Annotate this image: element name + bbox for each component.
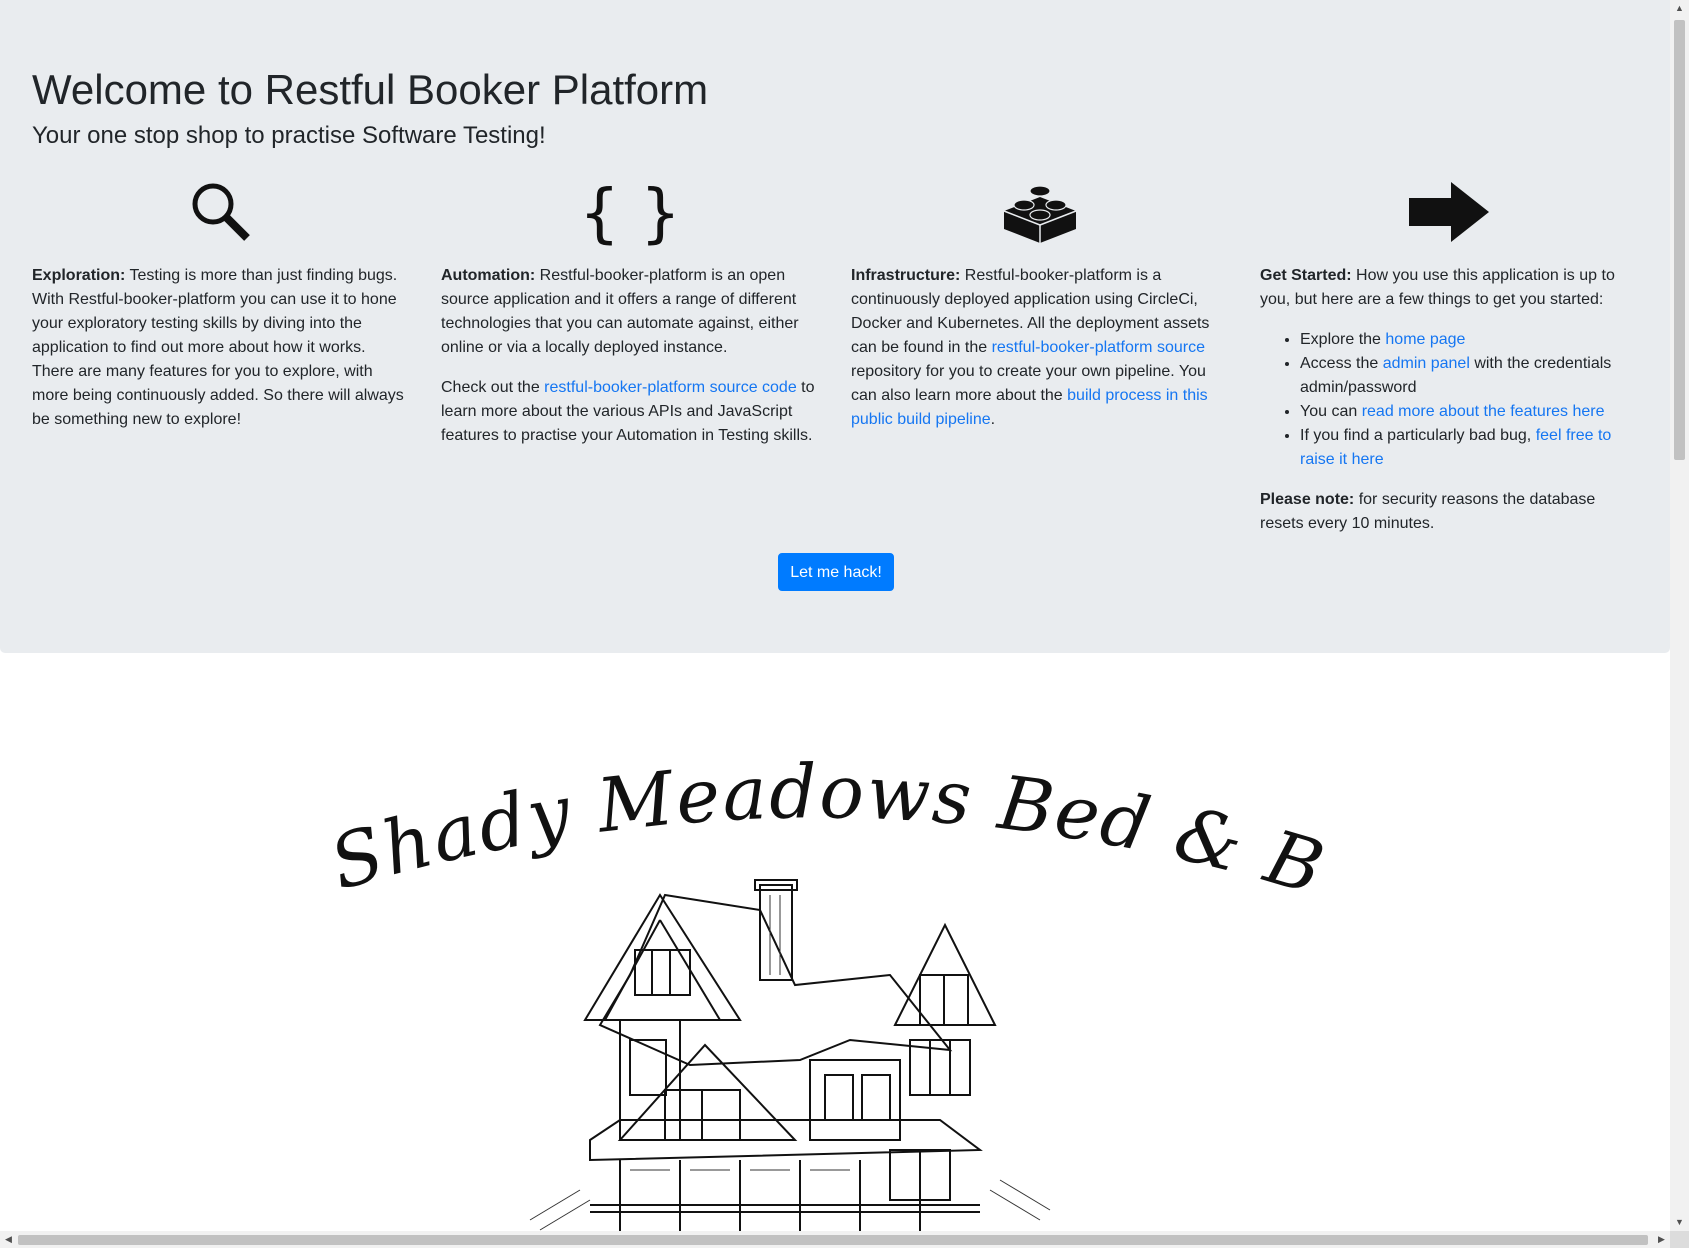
page-subtitle: Your one stop shop to practise Software …	[32, 122, 546, 149]
curly-braces-icon: {{ }}	[441, 170, 819, 254]
magnifying-glass-icon	[32, 170, 410, 254]
vertical-scrollbar[interactable]: ▲ ▼	[1670, 0, 1689, 1231]
logo-text: Shady Meadows Bed & Breakfast	[330, 720, 1335, 912]
page-viewport: Welcome to Restful Booker Platform Your …	[0, 0, 1670, 1231]
scrollbar-corner	[1670, 1231, 1689, 1248]
exploration-heading: Exploration:	[32, 267, 126, 284]
automation-heading: Automation:	[441, 267, 536, 284]
scroll-left-arrow-icon[interactable]: ◀	[0, 1231, 17, 1248]
infrastructure-column: Infrastructure: Restful-booker-platform …	[851, 170, 1229, 448]
get-started-list: Explore the home page Access the admin p…	[1260, 328, 1638, 472]
list-item-text: Explore the	[1300, 331, 1386, 348]
admin-panel-link[interactable]: admin panel	[1383, 355, 1470, 372]
get-started-text: Get Started: How you use this applicatio…	[1260, 264, 1638, 312]
list-item: Access the admin panel with the credenti…	[1300, 352, 1638, 400]
note-heading: Please note:	[1260, 491, 1355, 508]
list-item-text: If you find a particularly bad bug,	[1300, 427, 1536, 444]
automation-text: Automation: Restful-booker-platform is a…	[441, 264, 819, 360]
infrastructure-text: Infrastructure: Restful-booker-platform …	[851, 264, 1229, 432]
features-link[interactable]: read more about the features here	[1362, 403, 1605, 420]
svg-text:{{ }}: {{ }}	[582, 177, 678, 247]
arrow-right-icon	[1260, 170, 1638, 254]
exploration-body: Testing is more than just finding bugs. …	[32, 267, 404, 428]
list-item-text: You can	[1300, 403, 1362, 420]
security-note: Please note: for security reasons the da…	[1260, 488, 1638, 536]
vertical-scrollbar-thumb[interactable]	[1674, 20, 1685, 460]
list-item: If you find a particularly bad bug, feel…	[1300, 424, 1638, 472]
welcome-banner: Welcome to Restful Booker Platform Your …	[0, 0, 1670, 653]
infrastructure-body-3: .	[990, 411, 996, 428]
infrastructure-heading: Infrastructure:	[851, 267, 961, 284]
lego-brick-icon	[851, 170, 1229, 254]
automation-source-text: Check out the restful-booker-platform so…	[441, 376, 819, 448]
list-item: Explore the home page	[1300, 328, 1638, 352]
exploration-text: Exploration: Testing is more than just f…	[32, 264, 410, 432]
home-page-link[interactable]: home page	[1385, 331, 1465, 348]
source-text-prefix: Check out the	[441, 379, 545, 396]
scroll-up-arrow-icon[interactable]: ▲	[1670, 0, 1689, 17]
list-item-text: Access the	[1300, 355, 1383, 372]
hotel-logo: Shady Meadows Bed & Breakfast	[307, 652, 1350, 1231]
house-sketch-illustration: Shady Meadows Bed & Breakfast	[307, 652, 1335, 1231]
automation-column: {{ }} Automation: Restful-booker-platfor…	[441, 170, 819, 464]
get-started-column: Get Started: How you use this applicatio…	[1260, 170, 1638, 552]
scroll-right-arrow-icon[interactable]: ▶	[1653, 1231, 1670, 1248]
source-code-link[interactable]: restful-booker-platform source code	[544, 379, 797, 396]
list-item: You can read more about the features her…	[1300, 400, 1638, 424]
horizontal-scrollbar-thumb[interactable]	[18, 1235, 1648, 1245]
page-title: Welcome to Restful Booker Platform	[32, 66, 709, 113]
logo-text-path: Shady Meadows Bed & Breakfast	[307, 652, 1333, 912]
exploration-column: Exploration: Testing is more than just f…	[32, 170, 410, 448]
let-me-hack-button[interactable]: Let me hack!	[778, 553, 894, 591]
scroll-down-arrow-icon[interactable]: ▼	[1670, 1214, 1689, 1231]
get-started-heading: Get Started:	[1260, 267, 1352, 284]
repository-source-link[interactable]: restful-booker-platform source	[992, 339, 1205, 356]
horizontal-scrollbar[interactable]: ◀ ▶	[0, 1231, 1670, 1248]
